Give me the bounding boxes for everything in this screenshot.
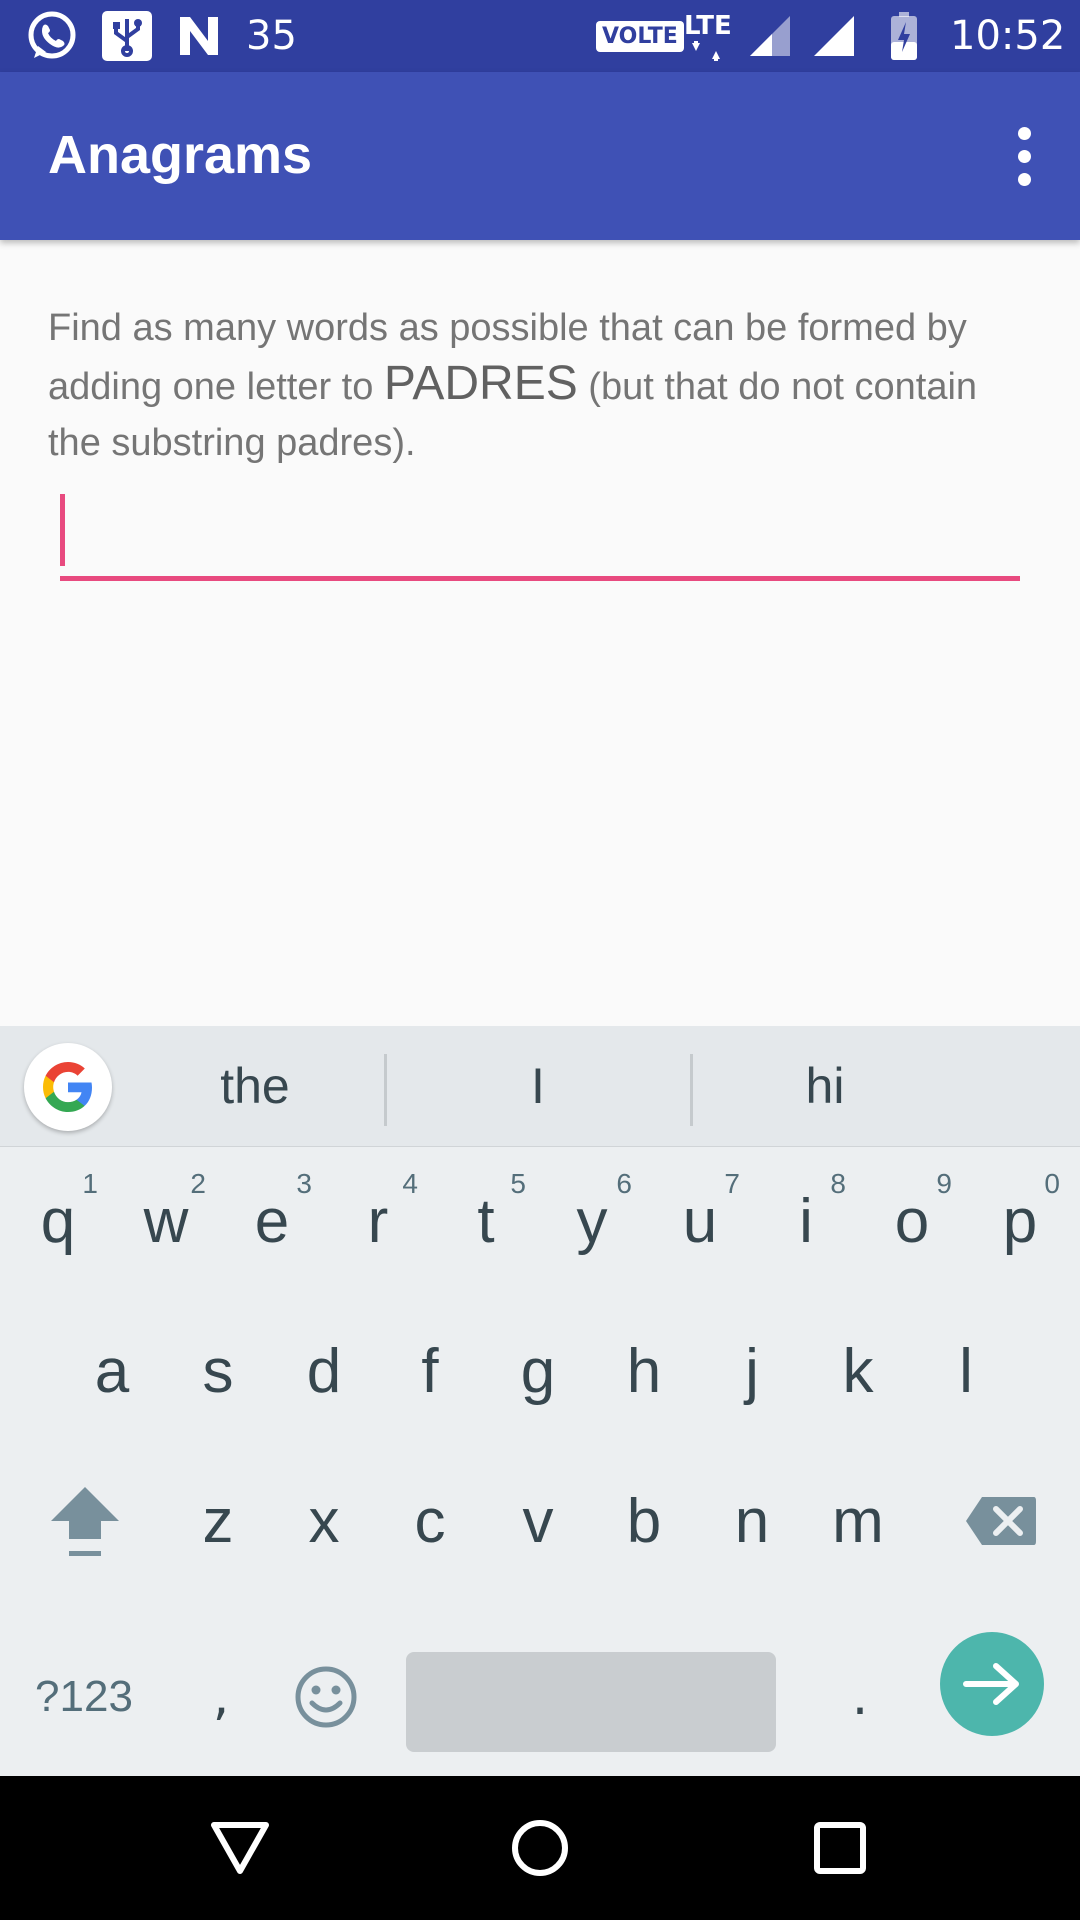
key-m[interactable]: m (804, 1446, 912, 1596)
google-icon (43, 1062, 92, 1112)
google-search-button[interactable] (24, 1043, 112, 1131)
n-icon (176, 0, 222, 72)
backspace-key[interactable] (946, 1446, 1056, 1596)
key-p[interactable]: p0 (966, 1146, 1074, 1296)
recents-button[interactable] (780, 1776, 900, 1920)
key-hint: 9 (936, 1168, 952, 1199)
status-bar: 35 VOLTE LTE 10:52 (0, 0, 1080, 72)
more-vert-icon (1017, 126, 1031, 140)
signal-icon (748, 0, 792, 72)
backspace-icon (966, 1497, 1036, 1545)
key-label: i (799, 1186, 813, 1256)
period-key[interactable]: . (810, 1632, 910, 1762)
suggestion-strip: the I hi (0, 1026, 1080, 1147)
key-label: t (477, 1186, 495, 1256)
suggestion-item[interactable]: hi (700, 1026, 950, 1146)
volte-icon: VOLTE (596, 0, 684, 72)
key-label: p (1002, 1186, 1038, 1256)
suggestion-divider (690, 1054, 693, 1126)
key-label: u (682, 1186, 718, 1256)
key-l[interactable]: l (912, 1296, 1020, 1446)
enter-key[interactable] (940, 1632, 1044, 1736)
key-label: q (40, 1186, 76, 1256)
key-e[interactable]: e3 (218, 1146, 326, 1296)
key-u[interactable]: u7 (646, 1146, 754, 1296)
home-button[interactable] (480, 1776, 600, 1920)
whatsapp-icon (24, 0, 80, 72)
key-g[interactable]: g (484, 1296, 592, 1446)
more-vert-icon-dot (1017, 149, 1031, 163)
lte-label: LTE (684, 11, 732, 41)
key-r[interactable]: r4 (324, 1146, 432, 1296)
signal-icon (812, 0, 856, 72)
word-input[interactable] (60, 494, 1020, 581)
key-s[interactable]: s (164, 1296, 272, 1446)
key-label: w (143, 1186, 189, 1256)
suggestion-item[interactable]: the (130, 1026, 380, 1146)
key-hint: 4 (402, 1168, 418, 1199)
key-z[interactable]: z (164, 1446, 272, 1596)
game-instructions: Find as many words as possible that can … (48, 300, 1028, 471)
emoji-icon (295, 1666, 357, 1728)
key-label: o (894, 1186, 930, 1256)
comma-key[interactable]: , (176, 1632, 266, 1762)
key-i[interactable]: i8 (752, 1146, 860, 1296)
clock: 10:52 (950, 13, 1066, 59)
key-hint: 0 (1044, 1168, 1060, 1199)
soft-keyboard: the I hi q1 w2 e3 r4 t5 y6 u7 i8 o9 p0 a… (0, 1026, 1080, 1776)
text-cursor (60, 494, 65, 566)
more-vert-icon-dot (1017, 172, 1031, 186)
key-k[interactable]: k (804, 1296, 912, 1446)
key-t[interactable]: t5 (432, 1146, 540, 1296)
symbols-key[interactable]: ?123 (14, 1632, 154, 1762)
suggestion-divider (384, 1054, 387, 1126)
key-f[interactable]: f (376, 1296, 484, 1446)
key-x[interactable]: x (270, 1446, 378, 1596)
app-bar: Anagrams (0, 72, 1080, 240)
more-options-button[interactable] (992, 108, 1056, 204)
key-v[interactable]: v (484, 1446, 592, 1596)
enter-arrow-icon (963, 1663, 1019, 1705)
key-h[interactable]: h (590, 1296, 698, 1446)
key-b[interactable]: b (590, 1446, 698, 1596)
key-y[interactable]: y6 (538, 1146, 646, 1296)
back-button[interactable] (180, 1776, 300, 1920)
key-hint: 5 (510, 1168, 526, 1199)
notification-count: 35 (246, 13, 297, 59)
key-label: y (576, 1186, 608, 1256)
key-hint: 2 (190, 1168, 206, 1199)
key-label: r (367, 1186, 389, 1256)
emoji-key[interactable] (276, 1632, 376, 1762)
key-w[interactable]: w2 (112, 1146, 220, 1296)
key-label: e (254, 1186, 290, 1256)
starter-word: PADRES (383, 357, 578, 410)
key-j[interactable]: j (698, 1296, 806, 1446)
home-icon (512, 1820, 568, 1876)
key-hint: 8 (830, 1168, 846, 1199)
app-title: Anagrams (48, 125, 313, 185)
key-hint: 6 (616, 1168, 632, 1199)
key-n[interactable]: n (698, 1446, 806, 1596)
suggestion-item[interactable]: I (410, 1026, 666, 1146)
key-o[interactable]: o9 (858, 1146, 966, 1296)
usb-icon (102, 0, 152, 72)
spacebar[interactable] (406, 1652, 776, 1752)
shift-key[interactable] (30, 1446, 140, 1596)
key-c[interactable]: c (376, 1446, 484, 1596)
key-hint: 1 (82, 1168, 98, 1199)
key-d[interactable]: d (270, 1296, 378, 1446)
key-hint: 7 (724, 1168, 740, 1199)
lte-icon: LTE (684, 0, 732, 72)
key-a[interactable]: a (58, 1296, 166, 1446)
key-q[interactable]: q1 (4, 1146, 112, 1296)
volte-label: VOLTE (596, 20, 684, 52)
navigation-bar (0, 1776, 1080, 1920)
back-icon (211, 1822, 269, 1874)
key-hint: 3 (296, 1168, 312, 1199)
recents-icon (814, 1822, 866, 1874)
shift-icon (51, 1487, 119, 1556)
battery-charging-icon (890, 0, 918, 72)
